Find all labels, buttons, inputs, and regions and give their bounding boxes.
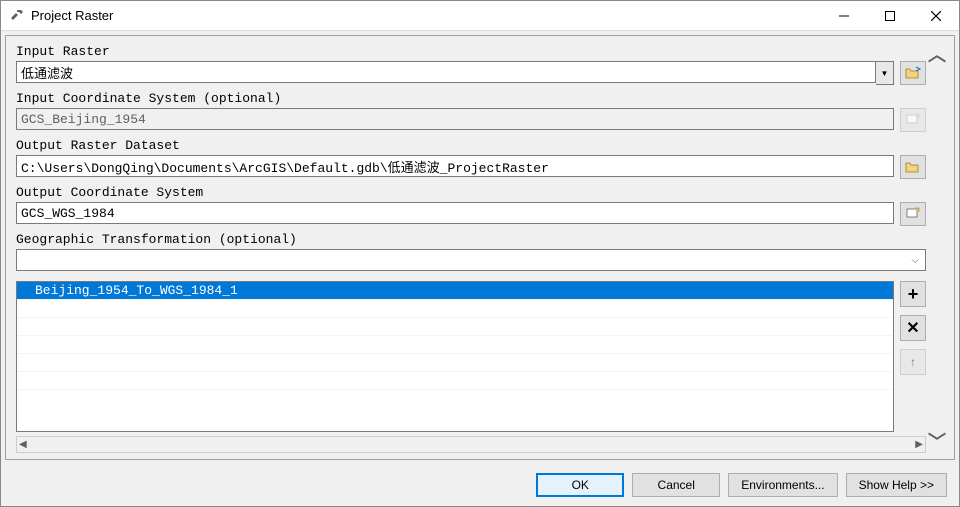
ok-button[interactable]: OK — [536, 473, 624, 497]
list-item — [17, 354, 893, 372]
environments-button[interactable]: Environments... — [728, 473, 837, 497]
show-help-button[interactable]: Show Help >> — [846, 473, 947, 497]
output-cs-properties-button[interactable] — [900, 202, 926, 226]
input-cs-input — [16, 108, 894, 130]
input-cs-properties-button — [900, 108, 926, 132]
geo-transform-label: Geographic Transformation (optional) — [16, 232, 926, 247]
input-cs-label: Input Coordinate System (optional) — [16, 91, 926, 106]
output-cs-label: Output Coordinate System — [16, 185, 926, 200]
list-add-button[interactable]: + — [900, 281, 926, 307]
scroll-right-icon[interactable]: ▶ — [915, 439, 923, 450]
dialog-panel: Input Raster ▼ Input Coordinate System (… — [5, 35, 955, 460]
hammer-icon — [9, 8, 25, 24]
input-raster-browse-button[interactable] — [900, 61, 926, 85]
input-raster-input[interactable] — [16, 61, 876, 83]
window-controls — [821, 1, 959, 31]
chevron-down-icon: ⌵ — [911, 255, 919, 266]
scroll-up-icon[interactable]: ︿ — [928, 46, 946, 64]
input-raster-dropdown-button[interactable]: ▼ — [876, 61, 894, 85]
list-item[interactable]: Beijing_1954_To_WGS_1984_1 — [17, 282, 893, 300]
list-item — [17, 318, 893, 336]
vertical-scrollbar[interactable]: ︿ ﹀ — [926, 44, 948, 453]
dialog-button-bar: OK Cancel Environments... Show Help >> — [1, 464, 959, 506]
minimize-button[interactable] — [821, 1, 867, 31]
window-title: Project Raster — [31, 8, 821, 23]
list-item — [17, 300, 893, 318]
close-button[interactable] — [913, 1, 959, 31]
title-bar: Project Raster — [1, 1, 959, 31]
output-raster-input[interactable] — [16, 155, 894, 177]
scroll-left-icon[interactable]: ◀ — [19, 439, 27, 450]
output-raster-label: Output Raster Dataset — [16, 138, 926, 153]
list-item — [17, 372, 893, 390]
horizontal-scrollbar[interactable]: ◀ ▶ — [16, 436, 926, 453]
output-raster-browse-button[interactable] — [900, 155, 926, 179]
input-raster-label: Input Raster — [16, 44, 926, 59]
transform-listbox[interactable]: Beijing_1954_To_WGS_1984_1 — [16, 281, 894, 432]
scroll-down-icon[interactable]: ﹀ — [928, 433, 946, 451]
geo-transform-select[interactable]: ⌵ — [16, 249, 926, 271]
list-moveup-button: ↑ — [900, 349, 926, 375]
list-remove-button[interactable]: ✕ — [900, 315, 926, 341]
cancel-button[interactable]: Cancel — [632, 473, 720, 497]
maximize-button[interactable] — [867, 1, 913, 31]
list-item — [17, 336, 893, 354]
output-cs-input[interactable] — [16, 202, 894, 224]
